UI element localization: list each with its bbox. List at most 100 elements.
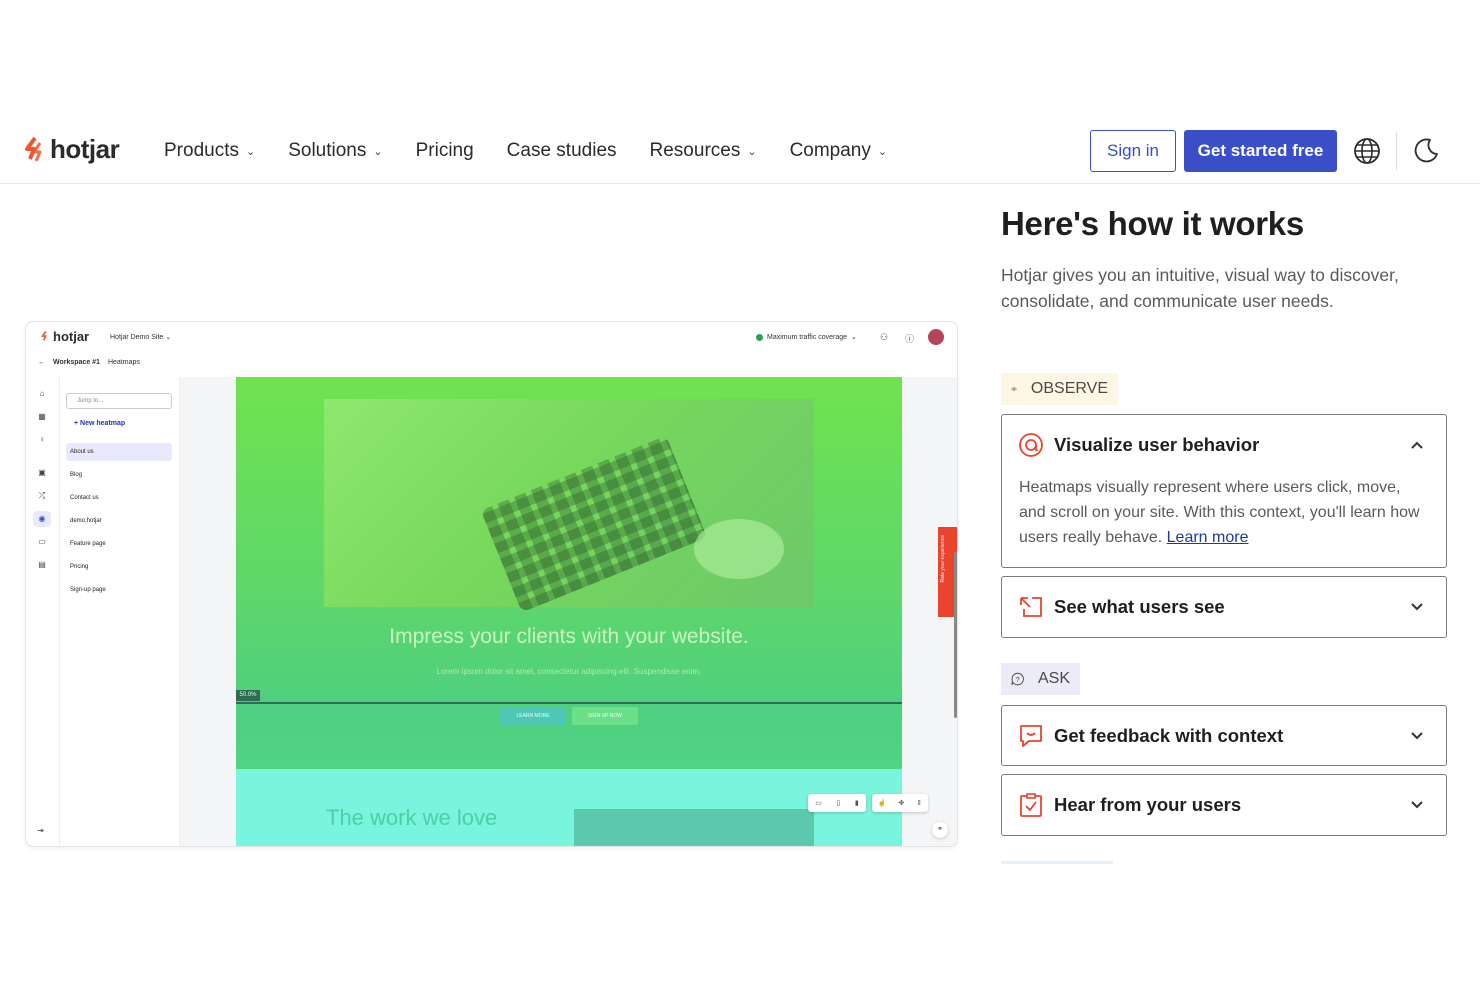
section-title: The work we love [326,805,498,830]
nav-item-pricing[interactable]: Pricing [416,138,474,164]
chevron-down-icon: ⌄ [877,145,888,158]
idea-icon[interactable]: ♀ [37,435,47,445]
heatmap-page-list: Jump to... + New heatmap About us Blog C… [60,377,180,846]
list-item[interactable]: Contact us [66,489,172,507]
nav-divider [1396,132,1397,170]
scroll-icon[interactable]: ⇕ [916,799,922,807]
keyboard-image [480,435,708,613]
breadcrumb: ← Workspace #1 Heatmaps [38,359,140,366]
sign-in-button[interactable]: Sign in [1090,130,1176,172]
logo-text: hotjar [50,134,120,164]
nav-item-company[interactable]: Company ⌄ [790,138,888,164]
accordion-get-feedback[interactable]: Get feedback with context [1001,705,1447,766]
heatmap-icon[interactable]: ◉ [33,511,51,527]
list-item[interactable]: demo.hotjar [66,512,172,530]
home-icon[interactable]: ⌂ [37,389,47,399]
avatar[interactable] [928,329,944,345]
nav-label: Resources [649,140,741,161]
rate-tab-label: Rate your experience [940,535,946,583]
app-icon-rail: ⌂ ▦ ♀ ▣ ⤮ ◉ ▭ ▤ [26,377,60,846]
feedback-icon [1020,725,1042,747]
report-icon[interactable]: ▣ [37,468,47,478]
accordion-header[interactable]: Hear from your users [1018,775,1241,835]
app-logo-text: hotjar [53,329,90,344]
list-item[interactable]: Pricing [66,558,172,576]
survey-icon[interactable]: ▤ [37,560,47,570]
nav-item-products[interactable]: Products ⌄ [164,138,255,164]
accordion-title: Visualize user behavior [1054,434,1260,455]
accordion-visualize-behavior[interactable]: Visualize user behavior Heatmaps visuall… [1001,414,1447,568]
list-item[interactable]: About us [66,443,172,461]
chevron-down-icon: ⌄ [747,145,757,158]
learn-more-link[interactable]: Learn more [1167,529,1249,546]
nav-links: Products ⌄ Solutions ⌄ Pricing Case studie… [164,138,920,164]
site-selector[interactable]: Hotjar Demo Site ⌄ [110,333,171,341]
chevron-down-icon[interactable] [1410,706,1424,766]
svg-text:?: ? [1015,675,1019,684]
collapse-sidebar-icon[interactable]: ⇥ [37,826,44,835]
list-item[interactable]: Feature page [66,535,172,553]
accordion-header[interactable]: See what users see [1018,577,1225,637]
nav-item-solutions[interactable]: Solutions ⌄ [288,138,382,164]
sign-up-button: SIGN UP NOW [572,707,638,725]
mobile-icon[interactable]: ▮ [855,799,859,807]
status-dot [756,333,763,341]
heatmap-canvas[interactable]: Impress your clients with your website. … [236,377,902,846]
accordion-body: Heatmaps visually represent where users … [1019,475,1429,550]
nav-item-case-studies[interactable]: Case studies [507,138,617,164]
chevron-down-icon[interactable] [1410,775,1424,835]
tablet-icon[interactable]: ▯ [836,799,840,807]
list-item[interactable]: Blog [66,466,172,484]
eye-icon [1011,387,1017,391]
section-heading: Here's how it works [1001,205,1304,242]
scrollbar[interactable] [954,552,957,718]
accordion-header[interactable]: Get feedback with context [1018,706,1283,766]
survey-icon [1020,793,1042,817]
breadcrumb-section: Heatmaps [107,359,140,366]
app-header: hotjar Hotjar Demo Site ⌄ Maximum traffi… [26,322,957,352]
next-category-label [1001,861,1113,864]
moon-icon[interactable] [1412,137,1440,165]
coverage-selector[interactable]: Maximum traffic coverage ⌄ [756,333,857,341]
move-icon[interactable]: ✥ [898,799,904,807]
globe-icon[interactable] [1353,137,1381,165]
learn-more-button: LEARN MORE [500,707,566,725]
recording-icon [1020,597,1042,617]
nav-item-resources[interactable]: Resources ⌄ [650,138,757,164]
chevron-down-icon: ⌄ [373,145,383,158]
breadcrumb-workspace[interactable]: Workspace #1 [53,359,100,366]
canvas-gutter-left [180,377,236,846]
accordion-header[interactable]: Visualize user behavior [1018,415,1259,475]
dashboard-icon[interactable]: ▦ [37,412,47,422]
chevron-down-icon: ⌄ [245,145,256,158]
section-image [574,809,814,846]
question-bubble-icon: ? [1011,672,1024,686]
add-user-icon[interactable]: ⚇ [880,332,888,343]
chevron-down-icon[interactable] [1410,577,1424,637]
fold-percentage: 50.0% [236,690,260,701]
recording-icon[interactable]: ⤮ [37,491,47,501]
accordion-see-what-users-see[interactable]: See what users see [1001,576,1447,638]
feedback-icon[interactable]: ▭ [37,537,47,547]
search-input[interactable]: Jump to... [66,393,172,409]
link-icon[interactable]: ⚭ [932,822,948,838]
get-started-button[interactable]: Get started free [1184,130,1337,172]
nav-label: Case studies [506,140,617,161]
help-icon[interactable]: ⓘ [905,332,914,345]
desktop-icon[interactable]: ▭ [815,799,822,807]
app-logo: hotjar [41,329,89,344]
heatmap-icon [1019,433,1043,457]
accordion-hear-from-users[interactable]: Hear from your users [1001,774,1447,836]
site-name: Hotjar Demo Site [110,334,164,341]
click-icon[interactable]: ☝ [878,799,887,807]
hotjar-logo-icon [41,331,47,341]
observe-label: OBSERVE [1001,373,1118,405]
hero-image [324,399,814,613]
page-hero-title: Impress your clients with your website. [389,625,749,648]
list-item[interactable]: Sign-up page [66,581,172,599]
hotjar-logo[interactable]: hotjar [24,134,120,165]
back-arrow-icon[interactable]: ← [38,359,45,366]
chevron-up-icon[interactable] [1410,415,1424,475]
new-heatmap-button[interactable]: + New heatmap [74,420,125,427]
accordion-title: See what users see [1054,596,1225,617]
